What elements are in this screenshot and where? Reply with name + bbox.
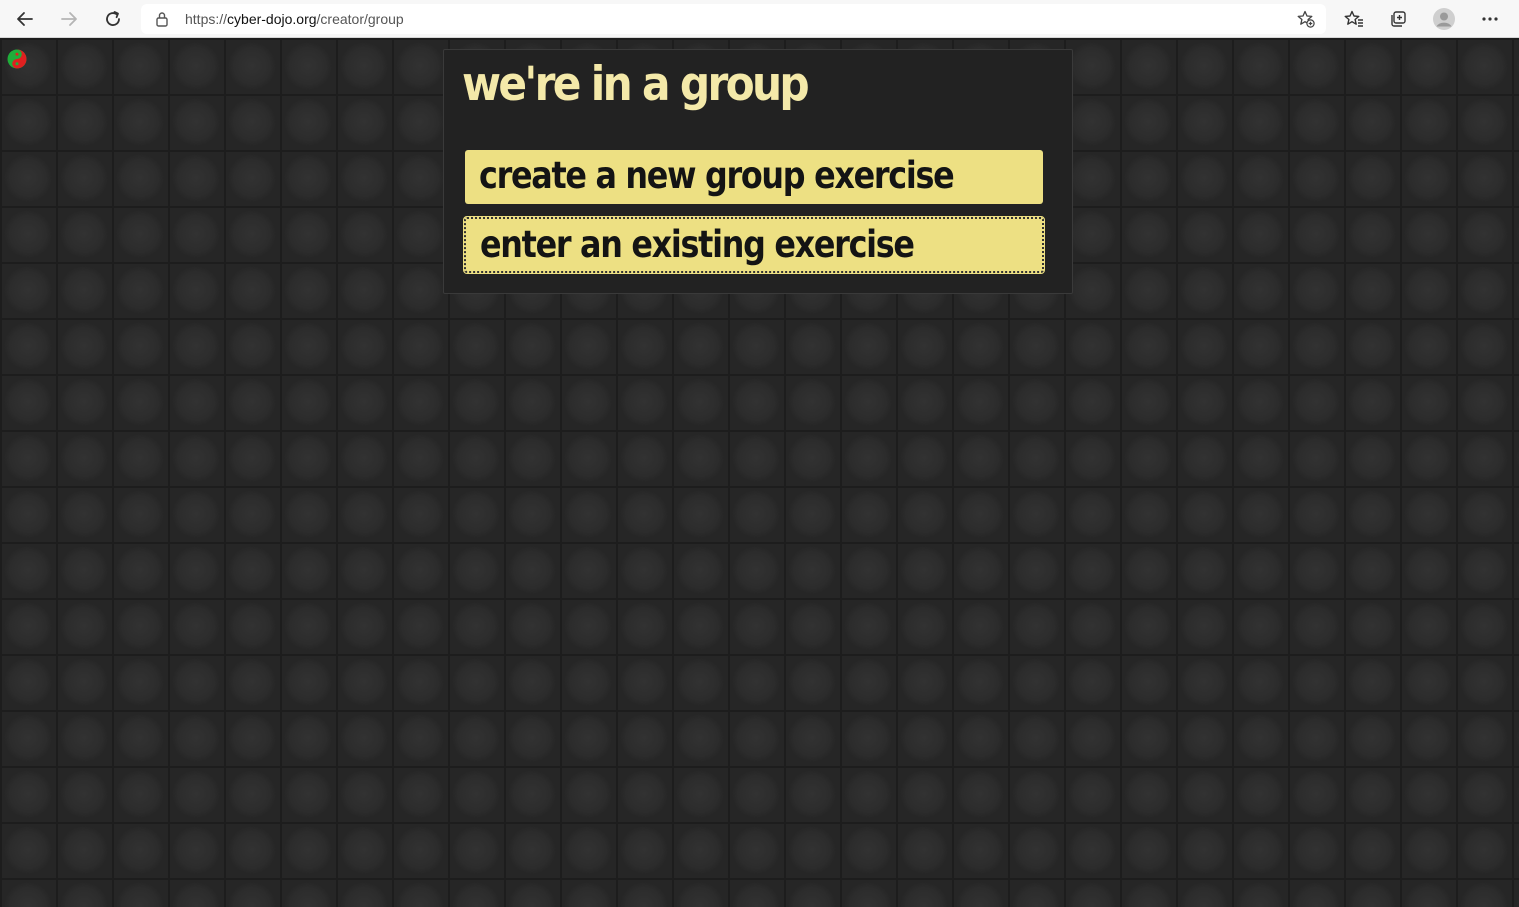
url-text: https://cyber-dojo.org/creator/group — [185, 11, 404, 27]
collections-button[interactable] — [1384, 5, 1412, 33]
url-path: /creator/group — [316, 11, 404, 27]
create-group-exercise-label: create a new group exercise — [479, 154, 955, 197]
lock-icon — [156, 12, 168, 27]
browser-toolbar: https://cyber-dojo.org/creator/group — [0, 0, 1519, 38]
forward-arrow-icon — [61, 12, 77, 26]
favorites-button[interactable] — [1340, 5, 1368, 33]
reload-icon — [106, 11, 120, 26]
url-prefix: https:// — [185, 11, 228, 27]
more-icon — [1482, 17, 1498, 21]
collections-icon — [1391, 11, 1406, 27]
back-button[interactable] — [11, 5, 39, 33]
create-group-exercise-button[interactable]: create a new group exercise — [465, 150, 1043, 204]
group-panel: we're in a group create a new group exer… — [443, 49, 1073, 294]
more-button[interactable] — [1476, 5, 1504, 33]
back-arrow-icon — [17, 12, 33, 26]
page-title: we're in a group — [462, 57, 810, 112]
address-bar[interactable]: https://cyber-dojo.org/creator/group — [141, 4, 1326, 34]
favorites-icon — [1344, 10, 1363, 27]
yin-yang-icon[interactable] — [7, 49, 27, 69]
profile-button[interactable] — [1430, 5, 1458, 33]
enter-existing-exercise-button[interactable]: enter an existing exercise — [463, 216, 1045, 274]
forward-button[interactable] — [55, 5, 83, 33]
url-domain: cyber-dojo.org — [227, 11, 317, 27]
page-content: we're in a group create a new group exer… — [0, 38, 1519, 907]
star-plus-icon[interactable] — [1297, 10, 1315, 28]
enter-existing-exercise-label: enter an existing exercise — [480, 223, 915, 266]
reload-button[interactable] — [99, 5, 127, 33]
profile-icon — [1433, 8, 1455, 30]
